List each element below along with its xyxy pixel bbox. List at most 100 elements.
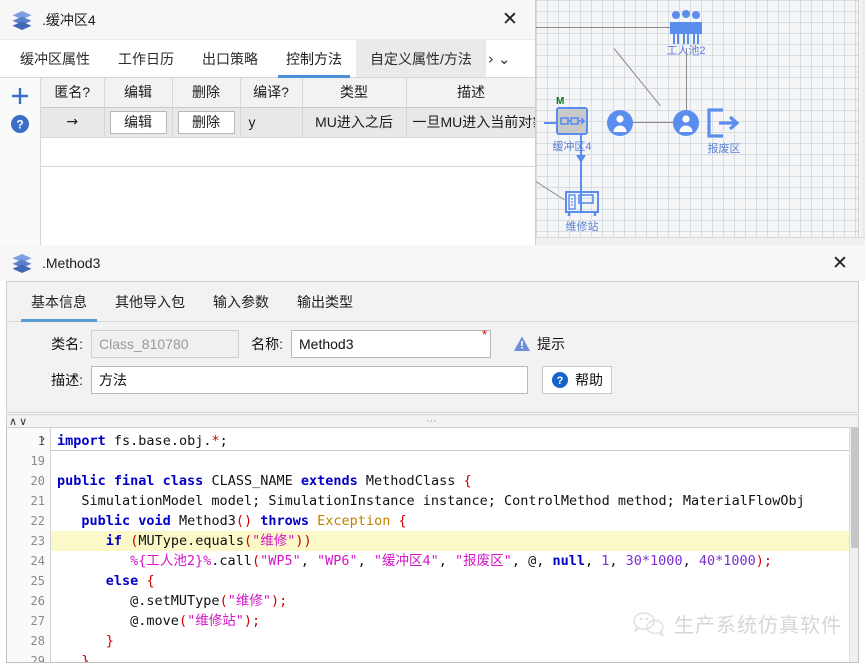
splitter-handle[interactable]: ⋯ xyxy=(427,416,439,427)
table-side-toolbar: ? xyxy=(0,78,41,245)
edit-button[interactable]: 编辑 xyxy=(109,110,167,134)
diagram-label-buffer: 缓冲区4 xyxy=(552,141,592,153)
help-icon[interactable]: ? xyxy=(0,110,40,138)
exit-icon[interactable] xyxy=(706,108,740,138)
tab-other-imports[interactable]: 其他导入包 xyxy=(101,282,199,321)
name-field-wrap: Method3 * xyxy=(291,328,491,358)
col-anonymous[interactable]: 匿名? xyxy=(41,78,105,108)
collapse-icon[interactable]: ∧ xyxy=(7,415,17,428)
name-label: 名称: xyxy=(251,336,283,352)
svg-text:?: ? xyxy=(557,375,564,387)
worker-icon-2[interactable] xyxy=(672,109,700,137)
expand-icon[interactable]: ∨ xyxy=(17,415,27,428)
cell-description[interactable]: 一旦MU进入当前对象后 xyxy=(406,107,535,138)
delete-button[interactable]: 删除 xyxy=(177,110,235,134)
code-line-24[interactable]: %{工人池2}%.call("WP5", "WP6", "缓冲区4", "报废区… xyxy=(51,551,858,571)
cell-type[interactable]: MU进入之后 xyxy=(302,107,407,138)
method-tabstrip: 基本信息 其他导入包 输入参数 输出类型 xyxy=(7,282,858,322)
code-line-23[interactable]: if (MUType.equals("维修")) xyxy=(51,531,858,551)
col-compiled[interactable]: 编译? xyxy=(240,78,303,108)
buffer-window-titlebar: .缓冲区4 ✕ xyxy=(0,0,535,40)
code-line-27[interactable]: @.move("维修站"); xyxy=(51,611,858,631)
buffer-properties-window: .缓冲区4 ✕ 缓冲区属性 工作日历 出口策略 控制方法 自定义属性/方法 › … xyxy=(0,0,536,245)
code-line-25[interactable]: else { xyxy=(51,571,858,591)
control-methods-grid[interactable]: 匿名? 编辑 删除 编译? 类型 描述 → 编辑 删除 y MU进入之后 一旦M… xyxy=(41,78,535,245)
code-fold-icon[interactable]: › xyxy=(41,432,45,445)
code-line-22[interactable]: public void Method3() throws Exception { xyxy=(51,511,858,531)
canvas-right-scroll-strip[interactable] xyxy=(858,0,865,245)
code-line-20[interactable]: public final class CLASS_NAME extends Me… xyxy=(51,471,858,491)
code-lines[interactable]: import fs.base.obj.*; public final class… xyxy=(51,428,858,662)
add-icon[interactable] xyxy=(0,82,40,110)
edge-diagonal-left xyxy=(536,181,565,201)
editor-splitter[interactable]: ∧ ∨ ⋯ xyxy=(6,414,859,428)
line-number: 28 xyxy=(30,634,45,648)
line-number: 20 xyxy=(30,474,45,488)
scrollbar-thumb[interactable] xyxy=(851,428,858,548)
code-line-1[interactable]: import fs.base.obj.*; xyxy=(51,431,858,451)
tab-control-methods[interactable]: 控制方法 xyxy=(272,40,356,78)
tab-output-type[interactable]: 输出类型 xyxy=(283,282,367,321)
tab-exit-strategy[interactable]: 出口策略 xyxy=(188,40,272,77)
col-description[interactable]: 描述 xyxy=(406,78,535,108)
col-edit[interactable]: 编辑 xyxy=(104,78,173,108)
description-field[interactable]: 方法 xyxy=(91,366,528,394)
buffer-tabstrip: 缓冲区属性 工作日历 出口策略 控制方法 自定义属性/方法 › ⌄ xyxy=(0,40,535,78)
line-number: 29 xyxy=(30,654,45,663)
control-methods-table-area: ? 匿名? 编辑 删除 编译? 类型 描述 → 编辑 删除 y MU进入之后 一… xyxy=(0,78,535,245)
close-icon[interactable]: ✕ xyxy=(823,248,857,278)
buffer-icon xyxy=(560,117,586,125)
canvas-bottom-strip xyxy=(536,237,865,245)
col-type[interactable]: 类型 xyxy=(302,78,407,108)
tab-work-calendar[interactable]: 工作日历 xyxy=(104,40,188,77)
hint-button-label: 提示 xyxy=(537,336,565,352)
chevron-right-icon[interactable]: › xyxy=(486,40,496,77)
line-number: 26 xyxy=(30,594,45,608)
editor-vertical-scrollbar[interactable] xyxy=(849,428,858,662)
cell-compiled-status[interactable]: y xyxy=(240,107,303,138)
chevron-down-icon[interactable]: ⌄ xyxy=(496,40,513,77)
name-field[interactable]: Method3 xyxy=(291,330,491,358)
description-label: 描述: xyxy=(51,372,83,388)
cell-anonymous[interactable]: → xyxy=(41,107,105,138)
code-line-21[interactable]: SimulationModel model; SimulationInstanc… xyxy=(51,491,858,511)
cell-edit: 编辑 xyxy=(104,107,173,138)
code-line-29[interactable]: } xyxy=(51,651,858,662)
method-window-title: .Method3 xyxy=(42,255,101,271)
tab-buffer-properties[interactable]: 缓冲区属性 xyxy=(6,40,104,77)
line-number: 22 xyxy=(30,514,45,528)
warning-icon xyxy=(514,336,530,351)
line-number: 24 xyxy=(30,554,45,568)
tab-custom-attributes[interactable]: 自定义属性/方法 xyxy=(356,40,486,77)
line-number: 23 xyxy=(30,534,45,548)
table-empty-row xyxy=(41,137,535,167)
line-number-gutter: 1 19 20 21 22 23 24 25 26 27 28 29 30 xyxy=(7,428,51,662)
code-editor[interactable]: 1 19 20 21 22 23 24 25 26 27 28 29 30 › … xyxy=(6,428,859,663)
tab-basic-info[interactable]: 基本信息 xyxy=(17,282,101,322)
edge-top-horizontal xyxy=(536,27,680,28)
form-row-description: 描述: 方法 ? 帮助 xyxy=(17,366,848,394)
buffer-window-body: 缓冲区属性 工作日历 出口策略 控制方法 自定义属性/方法 › ⌄ ? 匿名? … xyxy=(0,40,535,245)
layers-icon xyxy=(12,254,32,273)
workstation-icon[interactable] xyxy=(564,190,600,218)
line-number: 27 xyxy=(30,614,45,628)
buffer-window-title: .缓冲区4 xyxy=(42,11,96,28)
help-button[interactable]: ? 帮助 xyxy=(542,366,612,394)
table-row[interactable]: → 编辑 删除 y MU进入之后 一旦MU进入当前对象后 xyxy=(41,107,535,138)
code-line-26[interactable]: @.setMUType("维修"); xyxy=(51,591,858,611)
class-name-label: 类名: xyxy=(51,336,83,352)
arrow-down-icon xyxy=(576,155,586,163)
buffer-marker-m: M xyxy=(556,96,565,107)
close-icon[interactable]: ✕ xyxy=(493,5,527,35)
tab-input-params[interactable]: 输入参数 xyxy=(199,282,283,321)
code-line-19[interactable] xyxy=(51,451,858,471)
worker-icon-1[interactable] xyxy=(606,109,634,137)
diagram-label-scrap: 报废区 xyxy=(707,143,741,155)
hint-button[interactable]: 提示 xyxy=(505,330,573,358)
methods-table: 匿名? 编辑 删除 编译? 类型 描述 → 编辑 删除 y MU进入之后 一旦M… xyxy=(41,78,535,167)
model-diagram-canvas[interactable]: 工人池2 M 缓冲区4 报废区 维修站 xyxy=(536,0,865,245)
app-root: 工人池2 M 缓冲区4 报废区 维修站 .缓冲区4 ✕ 缓冲区属性 工作日历 出… xyxy=(0,0,865,667)
code-line-28[interactable]: } xyxy=(51,631,858,651)
col-delete[interactable]: 删除 xyxy=(172,78,241,108)
diagram-label-workstation: 维修站 xyxy=(565,221,599,233)
